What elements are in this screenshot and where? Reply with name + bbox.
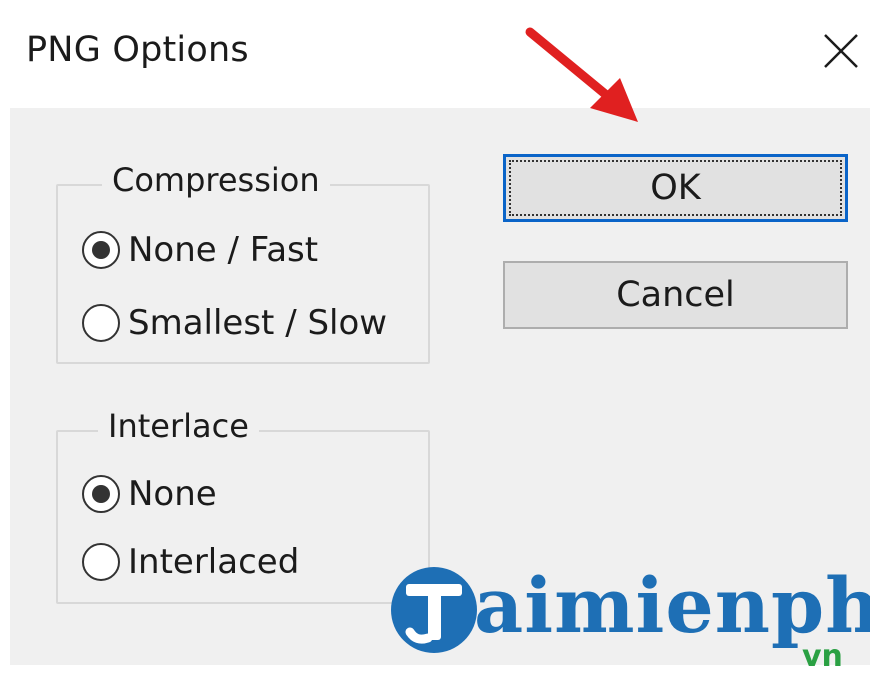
radio-label: Interlaced — [128, 542, 300, 582]
compression-group: Compression None / Fast Smallest / Slow — [56, 161, 430, 364]
window-title: PNG Options — [26, 30, 249, 70]
red-arrow-annotation-icon — [525, 27, 638, 122]
radio-label: None / Fast — [128, 230, 319, 270]
watermark-text: aimienphi — [474, 561, 870, 650]
interlace-legend: Interlace — [98, 407, 259, 445]
close-button[interactable] — [818, 28, 864, 74]
watermark-t-icon — [391, 567, 477, 653]
radio-none[interactable]: None — [82, 474, 217, 514]
interlace-group: Interlace None Interlaced — [56, 407, 430, 604]
ok-button[interactable]: OK — [503, 154, 848, 222]
radio-none-fast[interactable]: None / Fast — [82, 230, 318, 270]
radio-smallest-slow[interactable]: Smallest / Slow — [82, 303, 387, 343]
watermark-suffix: vn — [802, 639, 843, 674]
title-bar: PNG Options — [0, 0, 870, 108]
watermark-logo: aimienphi vn — [388, 560, 870, 672]
cancel-button[interactable]: Cancel — [503, 261, 848, 329]
radio-label: None — [128, 474, 217, 514]
radio-label: Smallest / Slow — [128, 303, 388, 343]
radio-indicator — [82, 304, 120, 342]
radio-indicator — [82, 543, 120, 581]
radio-indicator — [82, 475, 120, 513]
compression-legend: Compression — [102, 161, 330, 199]
radio-indicator — [82, 231, 120, 269]
radio-interlaced[interactable]: Interlaced — [82, 542, 299, 582]
close-icon — [824, 34, 858, 68]
